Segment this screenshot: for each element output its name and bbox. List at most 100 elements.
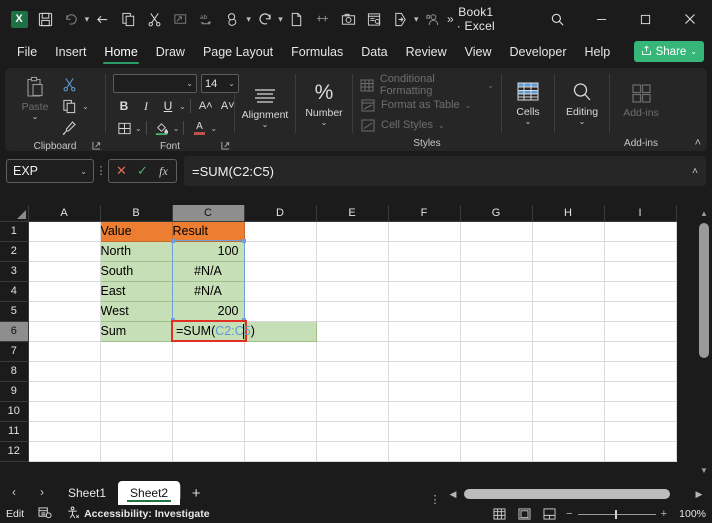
cell-i7[interactable] (604, 341, 677, 362)
cell-c11[interactable] (172, 421, 245, 442)
copy-icon[interactable] (116, 6, 142, 32)
cell-d11[interactable] (244, 421, 317, 442)
paste-button[interactable]: Paste ⌄ (12, 72, 58, 121)
cell-d3[interactable] (244, 261, 317, 282)
record-macro-button[interactable] (38, 506, 52, 522)
column-header-c[interactable]: C (172, 205, 245, 222)
cell-h10[interactable] (532, 401, 605, 422)
cell-f4[interactable] (388, 281, 461, 302)
tab-data[interactable]: Data (352, 42, 396, 62)
borders-icon[interactable] (113, 118, 135, 138)
cell-c8[interactable] (172, 361, 245, 382)
cell-h1[interactable] (532, 221, 605, 242)
close-button[interactable] (668, 2, 712, 36)
paste-caret[interactable]: ⌄ (32, 113, 39, 121)
formula-input[interactable]: =SUM(C2:C5) ˄ (184, 156, 706, 186)
cell-e2[interactable] (316, 241, 389, 262)
cell-f10[interactable] (388, 401, 461, 422)
cell-a10[interactable] (28, 401, 101, 422)
row-header-9[interactable]: 9 (0, 381, 29, 402)
grid-viewport[interactable]: A B C D E F G H I 1 Value Result 2 North… (0, 205, 696, 478)
permissions-icon[interactable] (419, 6, 445, 32)
row-header-5[interactable]: 5 (0, 301, 29, 322)
row-header-3[interactable]: 3 (0, 261, 29, 282)
horizontal-scrollbar-track[interactable] (460, 483, 692, 505)
column-header-i[interactable]: I (604, 205, 677, 222)
collapse-ribbon-button[interactable]: ˄ (695, 137, 701, 149)
scroll-left-arrow-icon[interactable]: ◀ (446, 489, 460, 500)
cell-f7[interactable] (388, 341, 461, 362)
font-dialog-launcher[interactable] (220, 140, 230, 150)
tab-home[interactable]: Home (95, 42, 146, 64)
sheet-tab-sheet2[interactable]: Sheet2 (118, 481, 181, 505)
cell-h2[interactable] (532, 241, 605, 262)
cell-a11[interactable] (28, 421, 101, 442)
tabstrip-more-icon[interactable]: ⋮ (424, 495, 446, 506)
alignment-caret[interactable]: ⌄ (262, 121, 269, 129)
underline-caret[interactable]: ⌄ (179, 102, 186, 111)
cell-a1[interactable] (28, 221, 101, 242)
number-caret[interactable]: ⌄ (321, 119, 328, 127)
previous-sheet-button[interactable]: ‹ (0, 479, 28, 505)
cell-h9[interactable] (532, 381, 605, 402)
cell-d7[interactable] (244, 341, 317, 362)
cell-b4[interactable]: East (100, 281, 173, 302)
zoom-slider[interactable]: − + (566, 508, 667, 520)
cell-a9[interactable] (28, 381, 101, 402)
cell-h8[interactable] (532, 361, 605, 382)
font-name-combo[interactable]: ⌄ (113, 74, 197, 93)
tab-help[interactable]: Help (576, 42, 620, 62)
enter-formula-button[interactable]: ✓ (132, 161, 153, 181)
row-header-4[interactable]: 4 (0, 281, 29, 302)
cell-h3[interactable] (532, 261, 605, 282)
cell-b3[interactable]: South (100, 261, 173, 282)
cell-f6[interactable] (388, 321, 461, 342)
tab-review[interactable]: Review (397, 42, 456, 62)
zoom-knob[interactable] (614, 509, 617, 519)
accessibility-status[interactable]: Accessibility: Investigate (66, 506, 210, 522)
search-icon[interactable] (536, 2, 580, 36)
cell-b5[interactable]: West (100, 301, 173, 322)
spelling-icon[interactable]: ab (194, 6, 220, 32)
row-header-8[interactable]: 8 (0, 361, 29, 382)
cell-styles-button[interactable]: Cell Styles ⌄ (360, 115, 445, 135)
editing-button[interactable]: Editing ⌄ (562, 77, 602, 126)
copy-caret[interactable]: ⌄ (82, 102, 89, 111)
expand-formula-bar-button[interactable]: ˄ (692, 166, 698, 177)
column-header-h[interactable]: H (532, 205, 605, 222)
cell-b11[interactable] (100, 421, 173, 442)
number-button[interactable]: % Number ⌄ (303, 78, 345, 127)
cell-h7[interactable] (532, 341, 605, 362)
tab-developer[interactable]: Developer (501, 42, 576, 62)
cell-b9[interactable] (100, 381, 173, 402)
cell-b12[interactable] (100, 441, 173, 462)
cell-g6[interactable] (460, 321, 533, 342)
cell-i10[interactable] (604, 401, 677, 422)
cell-b2[interactable]: North (100, 241, 173, 262)
row-header-11[interactable]: 11 (0, 421, 29, 442)
cell-e11[interactable] (316, 421, 389, 442)
increase-font-size-icon[interactable]: A˄ (195, 96, 217, 116)
undo-icon[interactable] (58, 6, 84, 32)
cell-b1[interactable]: Value (100, 221, 173, 242)
redo-icon[interactable] (252, 6, 278, 32)
scroll-up-arrow-icon[interactable]: ▲ (696, 205, 712, 221)
cell-e1[interactable] (316, 221, 389, 242)
cells-caret[interactable]: ⌄ (525, 118, 532, 126)
cell-c3[interactable]: #N/A (172, 261, 245, 282)
cell-b7[interactable] (100, 341, 173, 362)
tab-draw[interactable]: Draw (147, 42, 194, 62)
tab-insert[interactable]: Insert (46, 42, 95, 62)
horizontal-scrollbar[interactable]: ◀ ▶ (446, 483, 706, 505)
camera-icon[interactable] (335, 6, 361, 32)
row-header-10[interactable]: 10 (0, 401, 29, 422)
cell-a5[interactable] (28, 301, 101, 322)
italic-button[interactable]: I (135, 96, 157, 116)
scroll-down-arrow-icon[interactable]: ▼ (696, 462, 712, 478)
column-header-b[interactable]: B (100, 205, 173, 222)
format-as-table-button[interactable]: Format as Table ⌄ (360, 95, 471, 115)
alignment-button[interactable]: Alignment ⌄ (242, 80, 288, 129)
cancel-formula-button[interactable]: ✕ (111, 161, 132, 181)
cell-a2[interactable] (28, 241, 101, 262)
cell-a7[interactable] (28, 341, 101, 362)
